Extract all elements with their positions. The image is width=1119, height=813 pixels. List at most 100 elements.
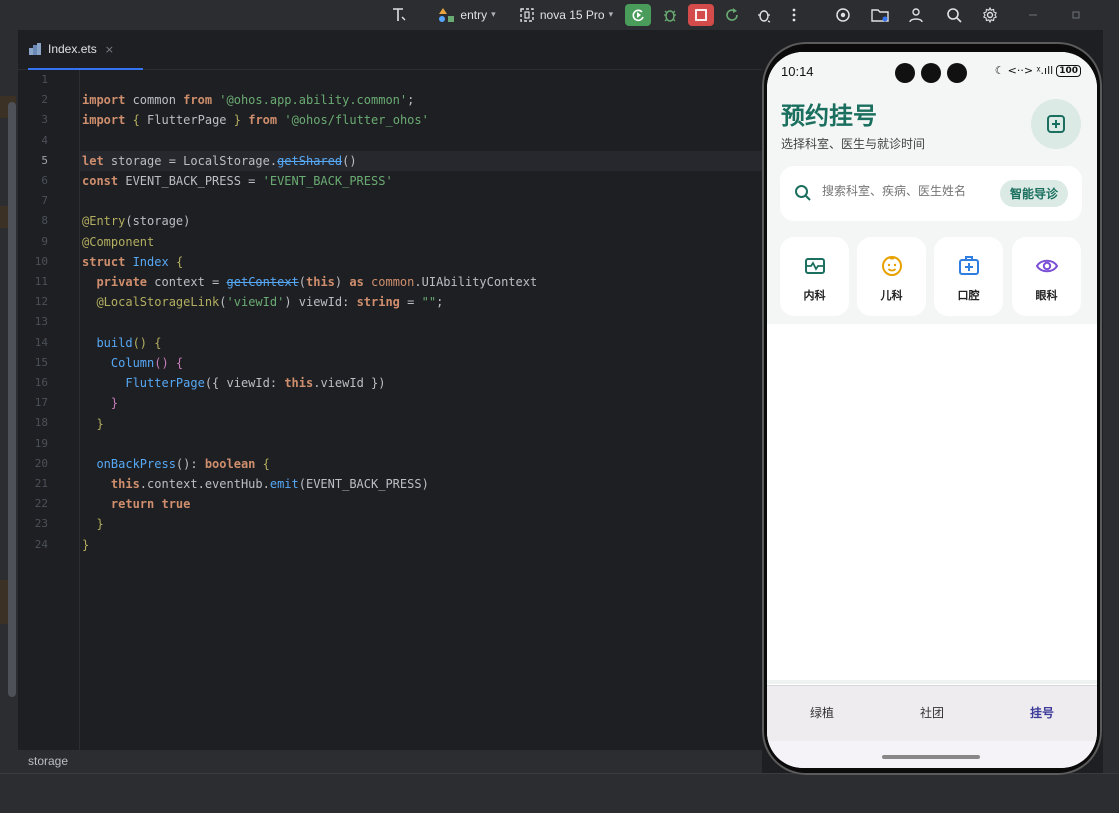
folder-icon [871,9,889,22]
device-selector[interactable]: nova 15 Pro ▾ [514,4,618,26]
code-line-3: import { FlutterPage } from '@ohos/flutt… [82,113,429,127]
line-number: 10 [34,254,48,268]
line-number: 19 [34,436,48,450]
more-menu-button[interactable] [781,4,807,26]
tab-label: Index.ets [48,42,97,56]
debug-button[interactable] [657,4,683,26]
target-icon [836,8,850,22]
minimize-button[interactable] [1020,4,1046,26]
line-number: 7 [41,194,48,208]
line-number: 23 [34,517,48,531]
editor-tab-bar: Index.ets × [18,30,762,70]
battery-icon: 100 [1056,64,1081,77]
hot-reload-button[interactable] [719,4,745,26]
breadcrumb-symbol[interactable]: storage [28,754,68,768]
line-number: 9 [41,234,48,248]
department-label: 口腔 [957,289,980,302]
attach-debugger-button[interactable] [751,4,777,26]
search-icon [947,8,962,23]
restore-icon [1072,11,1080,19]
device-file-button[interactable] [867,4,893,26]
bug-icon [664,10,676,22]
close-icon[interactable]: × [105,43,114,56]
chevron-down-icon: ▾ [491,10,496,20]
code-line-15: Column() { [82,356,184,370]
line-number: 14 [34,335,48,349]
department-label: 内科 [803,289,826,302]
home-indicator[interactable] [882,755,980,759]
page-subtitle: 选择科室、医生与就诊时间 [781,137,926,151]
department-card-ophthalmology[interactable]: 眼科 [1012,237,1081,316]
code-line-10: struct Index { [82,255,184,269]
status-time: 10:14 [781,64,814,79]
department-card-internal[interactable]: 内科 [780,237,849,316]
code-line-11: private context = getContext(this) as co… [82,275,538,289]
camera-icon [895,63,915,83]
search-button[interactable] [941,4,967,26]
department-label: 儿科 [880,289,903,302]
line-number: 16 [34,376,48,389]
search-input[interactable] [822,184,992,198]
profiler-button[interactable] [830,4,856,26]
text-format-icon[interactable] [386,4,412,26]
code-line-2: import common from '@ohos.app.ability.co… [82,93,415,107]
page-title: 预约挂号 [781,102,877,130]
heart-monitor-icon [805,258,825,274]
code-line-12: @LocalStorageLink('viewId') viewId: stri… [82,295,444,309]
smart-guide-button[interactable]: 智能导诊 [1000,180,1068,207]
debug-attach-icon [758,10,771,23]
code-line-5: let storage = LocalStorage.getShared() [82,154,357,168]
line-number: 15 [34,355,48,369]
moon-icon: ☾ [994,64,1005,77]
right-tool-strip [1103,30,1119,773]
add-appointment-button[interactable] [1031,99,1081,149]
rerun-button[interactable] [625,4,651,26]
editor-scrollbar[interactable] [8,102,16,697]
nav-tab-registration[interactable]: 挂号 [987,704,1097,721]
line-number: 6 [41,174,48,187]
line-number: 13 [34,315,48,329]
code-line-18: } [82,417,104,431]
line-number: 18 [34,416,48,430]
child-face-icon [882,256,902,276]
medical-kit-icon [959,256,979,275]
device-label: nova 15 Pro [539,8,605,22]
line-number: 17 [34,396,48,410]
line-number: 8 [41,214,48,228]
scroll-edge [767,680,1097,684]
editor-breadcrumb-bar: storage [18,750,762,773]
line-number: 11 [34,275,48,288]
run-config-selector[interactable]: entry ▾ [434,4,500,26]
account-button[interactable] [903,4,929,26]
line-number: 20 [34,456,48,470]
eye-icon [1035,259,1059,273]
nav-tab-clubs[interactable]: 社团 [877,704,987,721]
line-number: 5 [41,153,48,167]
code-line-20: onBackPress(): boolean { [82,457,270,471]
code-line-8: @Entry(storage) [82,214,191,228]
nav-tab-plants[interactable]: 绿植 [767,704,877,721]
reload-icon [726,8,738,21]
department-card-pediatrics[interactable]: 儿科 [857,237,926,316]
rerun-icon [632,9,644,22]
department-card-dental[interactable]: 口腔 [934,237,1003,316]
stop-icon [695,9,707,21]
code-line-23: } [82,517,104,531]
device-icon [520,8,534,22]
shapes-icon [439,8,455,22]
department-label: 眼科 [1035,289,1058,302]
ide-toolbar: entry ▾ nova 15 Pro ▾ [0,0,1119,30]
line-number: 1 [41,73,48,86]
line-number: 12 [34,295,48,309]
restore-button[interactable] [1063,4,1089,26]
stop-button[interactable] [688,4,714,26]
ets-file-icon [29,43,41,55]
tab-index-ets[interactable]: Index.ets × [28,30,143,70]
code-line-17: } [82,396,119,410]
code-line-16: FlutterPage({ viewId: this.viewId }) [82,376,386,390]
run-config-label: entry [460,8,488,22]
gear-icon [983,7,997,23]
left-tool-strip [0,30,18,773]
settings-button[interactable] [977,4,1003,26]
search-icon [795,185,811,201]
